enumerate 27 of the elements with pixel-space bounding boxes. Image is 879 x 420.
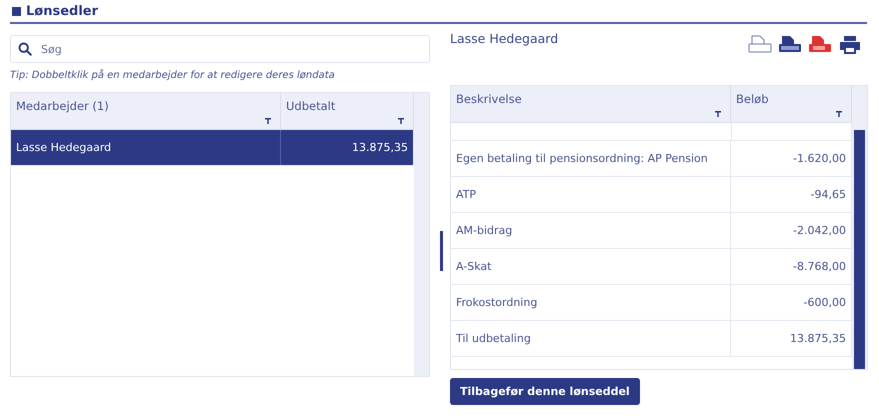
scrollbar-track[interactable] xyxy=(852,86,867,369)
square-icon xyxy=(12,6,21,16)
column-header[interactable]: Medarbejder (1) xyxy=(11,93,281,129)
filter-icon[interactable] xyxy=(715,111,721,117)
table-cell: Til udbetaling xyxy=(451,321,731,356)
table-cell: Lasse Hedegaard xyxy=(11,130,281,165)
filter-icon[interactable] xyxy=(398,118,404,124)
printer-icon[interactable] xyxy=(838,35,862,55)
table-cell: A-Skat xyxy=(451,249,731,284)
employee-row[interactable]: Lasse Hedegaard 13.875,35 xyxy=(11,130,414,166)
filter-icon[interactable] xyxy=(836,111,842,117)
tip-text: Tip: Dobbeltklik på en medarbejder for at redigere deres løndata xyxy=(10,70,336,81)
column-header[interactable]: Beskrivelse xyxy=(451,86,731,122)
page-title: Lønsedler xyxy=(26,4,98,18)
table-cell: ATP xyxy=(451,177,731,212)
filter-icon[interactable] xyxy=(265,118,271,124)
html-file-icon[interactable] xyxy=(778,35,802,55)
scrollbar-track[interactable] xyxy=(414,93,429,376)
search-field[interactable]: Søg xyxy=(10,35,430,63)
pdf-file-icon[interactable] xyxy=(808,35,832,55)
revert-payslip-button[interactable]: Tilbagefør denne lønseddel xyxy=(450,378,640,405)
splitter-handle[interactable] xyxy=(440,231,443,271)
table-cell: AM-bidrag xyxy=(451,213,731,248)
table-cell: Frokostordning xyxy=(451,285,731,320)
scrollbar-thumb[interactable] xyxy=(854,130,865,369)
table-cell: Egen betaling til pensionsordning: AP Pension xyxy=(451,141,731,176)
employee-name: Lasse Hedegaard xyxy=(450,31,558,48)
